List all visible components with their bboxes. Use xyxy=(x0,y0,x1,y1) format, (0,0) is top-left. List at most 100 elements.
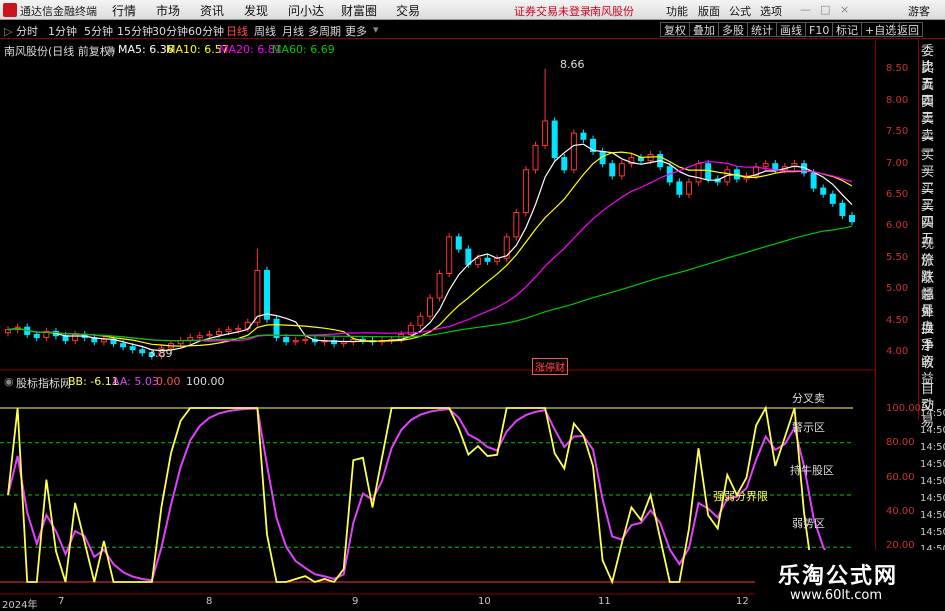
candle-body xyxy=(100,338,107,343)
candle-body xyxy=(33,334,40,339)
menu-trade[interactable]: 交易 xyxy=(396,2,420,19)
candle-body xyxy=(216,330,222,336)
candle-body xyxy=(839,202,846,217)
period-tab-more[interactable]: 更多 xyxy=(345,23,367,39)
indicator-tick: 60.00 xyxy=(886,472,915,483)
menu-function[interactable]: 功能 xyxy=(666,3,688,19)
candle-body xyxy=(235,327,242,331)
candle-body xyxy=(24,326,31,335)
candle-body xyxy=(91,337,98,343)
chevron-down-icon[interactable]: ▾ xyxy=(373,23,379,36)
f10-button[interactable]: F10 xyxy=(805,22,834,37)
candle-body xyxy=(446,236,453,274)
high-price-label: 8.66 xyxy=(560,58,585,71)
price-tick: 8.00 xyxy=(886,95,909,106)
candle-body xyxy=(14,326,21,331)
price-tick: 6.50 xyxy=(886,189,909,200)
candle-body xyxy=(522,169,529,214)
restore-right-button[interactable]: 复权 xyxy=(660,22,690,37)
candle-body xyxy=(388,338,395,342)
indicator-tick: 40.00 xyxy=(886,506,915,517)
window-max-icon[interactable]: □ xyxy=(820,3,830,16)
candle-body xyxy=(580,132,587,140)
statistics-button[interactable]: 统计 xyxy=(747,22,777,37)
menu-news[interactable]: 资讯 xyxy=(200,2,224,19)
ma5-line xyxy=(7,143,853,352)
price-tick: 5.50 xyxy=(886,252,909,263)
menu-ask[interactable]: 问小达 xyxy=(288,2,324,19)
candle-body xyxy=(705,163,712,180)
candle-body xyxy=(762,163,769,168)
x-tick: 7 xyxy=(58,596,65,607)
draw-line-button[interactable]: 画线 xyxy=(776,22,806,37)
period-tab-multi[interactable]: 多周期 xyxy=(308,23,341,39)
mark-button[interactable]: 标记 xyxy=(832,22,862,37)
period-tab-5min[interactable]: 5分钟 xyxy=(84,23,113,39)
candle-body xyxy=(829,193,836,204)
time-tick: 14:50 xyxy=(920,442,945,453)
candle-body xyxy=(311,338,318,343)
candle-body xyxy=(417,315,424,326)
candle-body xyxy=(628,157,635,165)
period-tab-monthly[interactable]: 月线 xyxy=(282,23,304,39)
candle-body xyxy=(225,329,232,332)
ma10-line xyxy=(7,151,853,347)
candle-body xyxy=(474,257,481,265)
candle-body xyxy=(120,343,127,348)
login-warning[interactable]: 证券交易未登录 xyxy=(514,3,591,19)
time-tick: 14:50 xyxy=(920,476,945,487)
stock-name-header: 南风股份 xyxy=(590,5,634,18)
time-tick: 14:50 xyxy=(920,527,945,538)
menu-formula[interactable]: 公式 xyxy=(729,3,751,19)
candle-body xyxy=(427,297,433,317)
candle-body xyxy=(321,340,328,343)
candle-body xyxy=(244,321,251,329)
x-tick: 9 xyxy=(352,596,359,607)
menu-discover[interactable]: 发现 xyxy=(244,2,268,19)
menu-market[interactable]: 市场 xyxy=(156,2,180,19)
candle-body xyxy=(302,338,309,342)
window-close-icon[interactable]: × xyxy=(840,3,849,16)
guest-label[interactable]: 游客 xyxy=(908,3,930,19)
menu-wealth[interactable]: 财富圈 xyxy=(341,2,377,19)
period-tab-60min[interactable]: 60分钟 xyxy=(188,23,224,39)
price-tick: 5.00 xyxy=(886,283,909,294)
gear-icon[interactable]: ◉ xyxy=(4,375,14,388)
zone-label-hold: 持牛股区 xyxy=(790,464,834,477)
back-button[interactable]: 返回 xyxy=(893,22,923,37)
candle-body xyxy=(609,163,616,177)
menu-quotes[interactable]: 行情 xyxy=(112,2,136,19)
aa-value: AA: 5.03 xyxy=(112,375,159,388)
ma60-line xyxy=(7,225,853,342)
period-tab-15min[interactable]: 15分钟 xyxy=(117,23,153,39)
ma20-line xyxy=(7,160,853,342)
watermark-title: 乐淘公式网 xyxy=(778,564,899,589)
price-tick: 6.00 xyxy=(886,220,909,231)
price-tick: 7.00 xyxy=(886,158,909,169)
menu-layout[interactable]: 版面 xyxy=(698,3,720,19)
candle-body xyxy=(484,257,491,262)
candle-body xyxy=(503,236,510,259)
period-tab-intraday[interactable]: ▷ 分时 xyxy=(4,23,38,39)
candle-body xyxy=(781,166,788,171)
candle-body xyxy=(666,166,673,183)
period-tab-daily[interactable]: 日线 xyxy=(226,23,248,39)
price-tick: 8.50 xyxy=(886,63,909,74)
candle-body xyxy=(638,157,644,162)
indicator-tick: 100.00 xyxy=(886,403,921,414)
candle-body xyxy=(398,334,405,340)
candle-body xyxy=(570,132,577,171)
period-tab-1min[interactable]: 1分钟 xyxy=(48,23,77,39)
gear-icon[interactable]: ◉ xyxy=(106,43,116,56)
multi-stock-button[interactable]: 多股 xyxy=(718,22,748,37)
limit-up-tag[interactable]: 涨停财 xyxy=(532,358,568,375)
candle-body xyxy=(772,163,779,171)
menu-options[interactable]: 选项 xyxy=(760,3,782,19)
period-tab-weekly[interactable]: 周线 xyxy=(254,23,276,39)
window-min-icon[interactable]: — xyxy=(800,3,811,16)
period-tab-30min[interactable]: 30分钟 xyxy=(152,23,188,39)
menu-bar: 通达信金融终端 行情 市场 资讯 发现 问小达 财富圈 交易 证券交易未登录 南… xyxy=(0,0,945,20)
candle-body xyxy=(599,151,606,165)
overlay-button[interactable]: 叠加 xyxy=(689,22,719,37)
candle-body xyxy=(436,273,443,299)
